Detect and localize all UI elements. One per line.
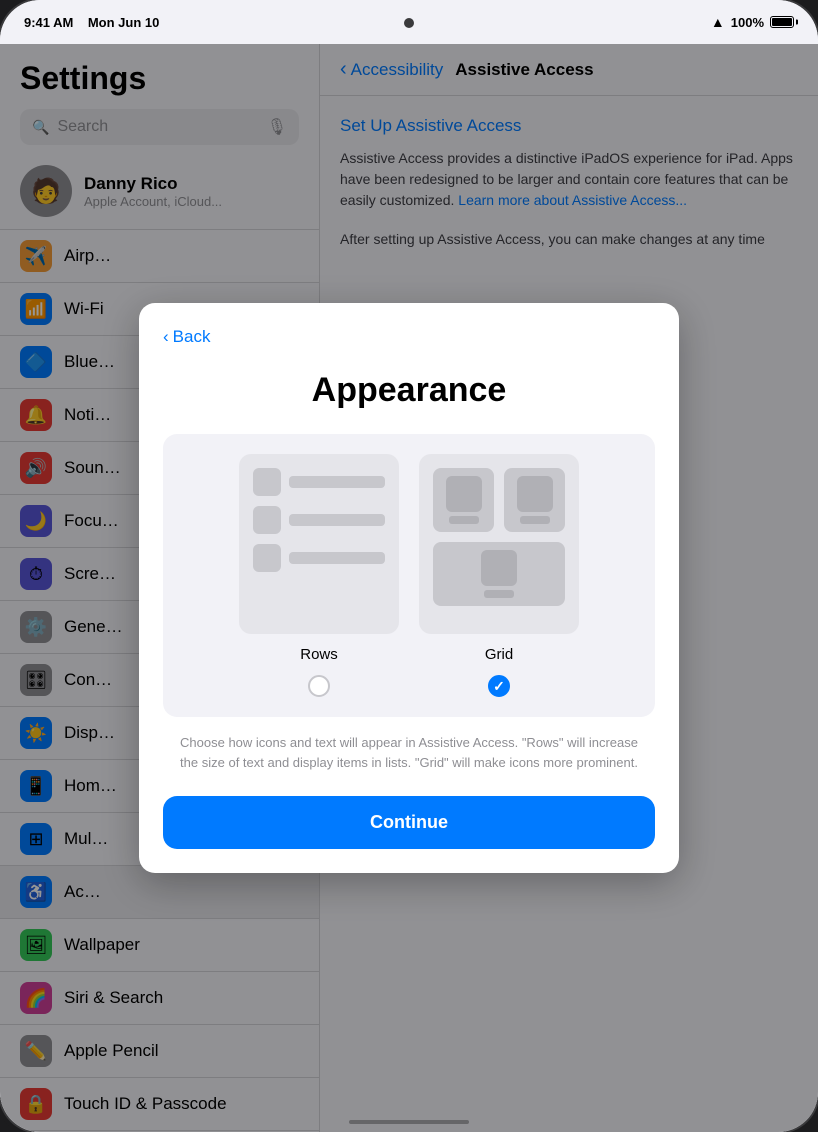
grid-icon-1 xyxy=(446,476,482,512)
row-preview-item-3 xyxy=(253,544,385,572)
rows-radio-button[interactable] xyxy=(308,675,330,697)
grid-text-2 xyxy=(520,516,550,524)
status-indicators: ▲ 100% xyxy=(711,14,794,30)
rows-preview xyxy=(239,454,399,634)
row-icon-2 xyxy=(253,506,281,534)
row-text-3 xyxy=(289,552,385,564)
modal-back-label: Back xyxy=(173,327,211,347)
grid-label: Grid xyxy=(485,646,513,663)
appearance-options: Rows xyxy=(163,434,655,717)
status-time-date: 9:41 AM Mon Jun 10 xyxy=(24,15,159,30)
modal-title: Appearance xyxy=(163,371,655,410)
modal-back-button[interactable]: ‹ Back xyxy=(163,327,655,347)
battery-fill xyxy=(772,18,792,26)
check-icon: ✓ xyxy=(493,678,505,695)
wifi-status-icon: ▲ xyxy=(711,14,725,30)
camera xyxy=(404,18,414,28)
row-text-2 xyxy=(289,514,385,526)
rows-label: Rows xyxy=(300,646,338,663)
row-icon-3 xyxy=(253,544,281,572)
grid-item-3 xyxy=(433,542,565,606)
battery-icon xyxy=(770,16,794,28)
row-text-1 xyxy=(289,476,385,488)
appearance-modal: ‹ Back Appearance xyxy=(139,303,679,873)
row-preview-item-1 xyxy=(253,468,385,496)
grid-preview-items xyxy=(433,468,565,606)
status-date: Mon Jun 10 xyxy=(88,15,160,30)
row-preview-item-2 xyxy=(253,506,385,534)
modal-back-chevron-icon: ‹ xyxy=(163,327,169,347)
row-icon-1 xyxy=(253,468,281,496)
status-time: 9:41 AM xyxy=(24,15,73,30)
appearance-description: Choose how icons and text will appear in… xyxy=(163,733,655,772)
grid-item-1 xyxy=(433,468,494,532)
home-indicator xyxy=(349,1120,469,1124)
grid-icon-2 xyxy=(517,476,553,512)
continue-button[interactable]: Continue xyxy=(163,796,655,849)
rows-option[interactable]: Rows xyxy=(239,454,399,697)
grid-icon-3 xyxy=(481,550,517,586)
grid-text-1 xyxy=(449,516,479,524)
grid-item-2 xyxy=(504,468,565,532)
modal-overlay: ‹ Back Appearance xyxy=(0,44,818,1132)
grid-option[interactable]: Grid ✓ xyxy=(419,454,579,697)
grid-preview xyxy=(419,454,579,634)
grid-text-3 xyxy=(484,590,514,598)
grid-radio-button[interactable]: ✓ xyxy=(488,675,510,697)
battery-percentage: 100% xyxy=(731,15,764,30)
